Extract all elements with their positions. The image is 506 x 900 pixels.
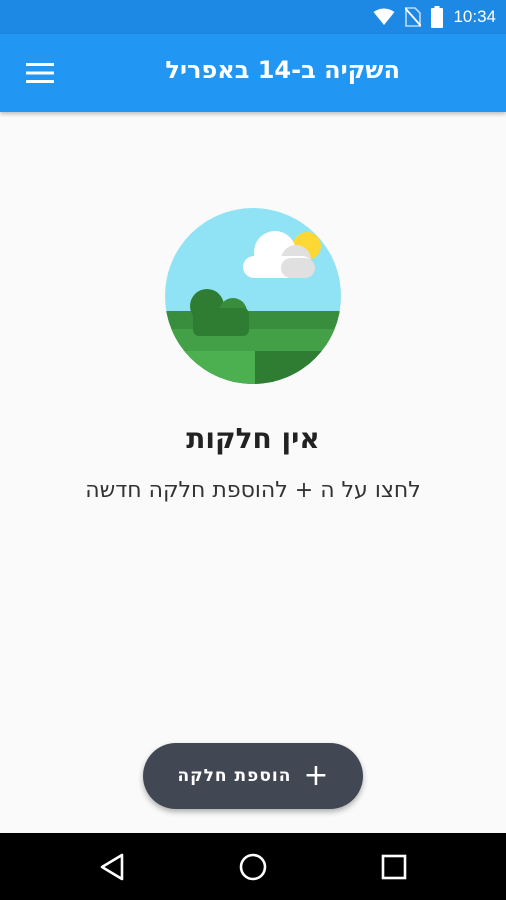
menu-icon [26,63,54,83]
no-sim-icon [405,7,422,27]
recents-icon[interactable] [378,851,410,883]
add-plot-button[interactable]: הוספת חלקה + [143,743,363,809]
navigation-bar [0,833,506,900]
status-time: 10:34 [453,7,496,26]
back-icon[interactable] [97,851,129,883]
empty-state-title: אין חלקות [186,422,320,455]
app-bar: השקיה ב-14 באפריל [0,34,506,112]
landscape-illustration [165,208,341,384]
plus-icon: + [303,758,329,793]
battery-icon [431,6,444,28]
home-icon[interactable] [237,851,269,883]
empty-state-subtitle: לחצו על ה + להוספת חלקה חדשה [85,478,421,503]
status-icons: 10:34 [373,0,496,34]
add-plot-label: הוספת חלקה [177,766,292,786]
status-bar: 10:34 [0,0,506,34]
page-title: השקיה ב-14 באפריל [165,56,400,84]
wifi-icon [373,8,395,25]
menu-button[interactable] [18,55,62,91]
